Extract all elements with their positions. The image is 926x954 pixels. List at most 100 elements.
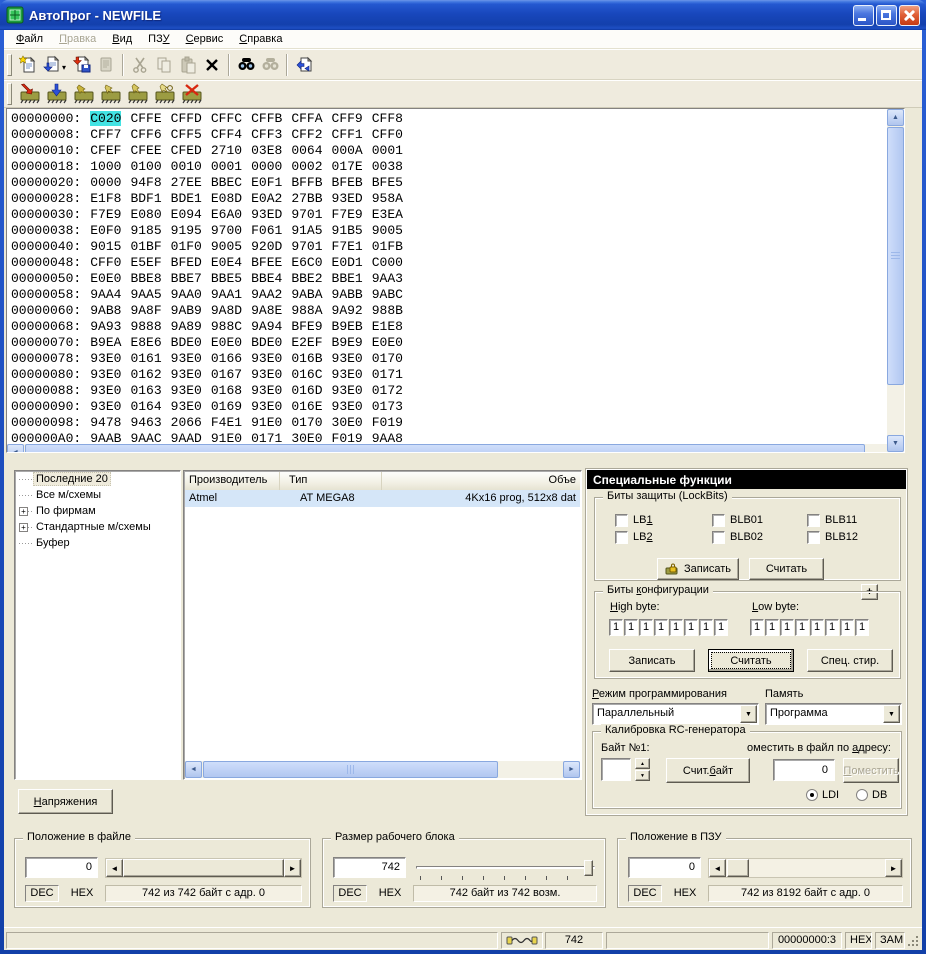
- hex-word[interactable]: 0161: [130, 351, 161, 366]
- high-bit-cell[interactable]: 1: [624, 619, 638, 636]
- device-tree[interactable]: Последние 20Все м/схемы+По фирмам+Станда…: [14, 470, 181, 780]
- hex-word[interactable]: 0170: [372, 351, 403, 366]
- hex-word[interactable]: 93E0: [251, 399, 282, 414]
- hex-word[interactable]: 9A8D: [211, 303, 242, 318]
- radio-ldi-option[interactable]: LDI: [806, 789, 839, 801]
- scrollbar-thumb[interactable]: [123, 859, 284, 877]
- hex-word[interactable]: 9ABC: [372, 287, 403, 302]
- hex-word[interactable]: CFFE: [130, 111, 161, 126]
- hex-word[interactable]: BFEE: [251, 255, 282, 270]
- hex-word[interactable]: 016D: [291, 383, 322, 398]
- lockbit-BLB12[interactable]: BLB12: [807, 529, 858, 545]
- open-dropdown-caret[interactable]: ▾: [62, 63, 66, 72]
- scroll-left-button[interactable]: ◄: [185, 761, 202, 778]
- hex-word[interactable]: BBE4: [251, 271, 282, 286]
- radio-ldi-icon[interactable]: [806, 789, 818, 801]
- minimize-button[interactable]: [853, 5, 874, 26]
- hex-word[interactable]: 91A5: [291, 223, 322, 238]
- hex-word[interactable]: 93ED: [251, 207, 282, 222]
- read-byte-button[interactable]: Счит. байт: [666, 758, 750, 783]
- hex-word[interactable]: 0163: [130, 383, 161, 398]
- hex-word[interactable]: 0001: [372, 143, 403, 158]
- rom-position-input[interactable]: 0: [628, 857, 701, 878]
- checkbox-icon[interactable]: [807, 531, 820, 544]
- hex-word[interactable]: 0172: [372, 383, 403, 398]
- hex-word[interactable]: 2710: [211, 143, 242, 158]
- scroll-down-button[interactable]: ▼: [887, 435, 904, 452]
- place-button[interactable]: Поместить: [843, 758, 899, 783]
- hex-word[interactable]: E0E4: [211, 255, 242, 270]
- hex-word[interactable]: 93E0: [171, 367, 202, 382]
- hex-word[interactable]: E1F8: [90, 191, 121, 206]
- hex-word[interactable]: 0166: [211, 351, 242, 366]
- file-position-scrollbar[interactable]: ◄ ►: [105, 858, 302, 878]
- hex-word[interactable]: BBE1: [332, 271, 363, 286]
- hex-word[interactable]: BBE8: [130, 271, 161, 286]
- hex-word[interactable]: 0100: [130, 159, 161, 174]
- scroll-right-button[interactable]: ►: [563, 761, 580, 778]
- hex-word[interactable]: 9701: [291, 239, 322, 254]
- low-bit-cell[interactable]: 1: [855, 619, 869, 636]
- hex-word[interactable]: CFF6: [130, 127, 161, 142]
- hex-word[interactable]: 0169: [211, 399, 242, 414]
- hex-word[interactable]: 9478: [90, 415, 121, 430]
- scroll-left-button[interactable]: ◄: [7, 444, 24, 453]
- print-button[interactable]: [94, 53, 118, 77]
- hex-word[interactable]: 94F8: [130, 175, 161, 190]
- hex-word[interactable]: 016B: [291, 351, 322, 366]
- hex-word[interactable]: 9A89: [171, 319, 202, 334]
- scroll-up-button[interactable]: ▲: [887, 109, 904, 126]
- hex-word[interactable]: 93E0: [332, 399, 363, 414]
- checkbox-icon[interactable]: [807, 514, 820, 527]
- low-bit-cell[interactable]: 1: [750, 619, 764, 636]
- lockbit-LB2[interactable]: LB2: [615, 529, 712, 545]
- low-bit-cell[interactable]: 1: [825, 619, 839, 636]
- hex-word[interactable]: BDE0: [171, 335, 202, 350]
- hex-word[interactable]: E0F0: [90, 223, 121, 238]
- dec-toggle-button[interactable]: DEC: [25, 885, 59, 902]
- menu-item-ПЗУ[interactable]: ПЗУ: [140, 31, 177, 47]
- hex-view[interactable]: 00000000:C020CFFECFFDCFFCCFFBCFFACFF9CFF…: [6, 108, 905, 453]
- hex-word[interactable]: 016E: [291, 399, 322, 414]
- spin-down-icon[interactable]: ▼: [635, 770, 650, 781]
- hex-word[interactable]: E080: [130, 207, 161, 222]
- hex-word[interactable]: E0A2: [251, 191, 282, 206]
- open-file-button[interactable]: [40, 53, 64, 77]
- hex-word[interactable]: 9A93: [90, 319, 121, 334]
- lockbit-LB1[interactable]: LB1: [615, 512, 712, 528]
- radio-db-icon[interactable]: [856, 789, 868, 801]
- hex-word[interactable]: 0038: [372, 159, 403, 174]
- chip-blank-check-button[interactable]: [97, 82, 124, 106]
- lockbit-BLB02[interactable]: BLB02: [712, 529, 807, 545]
- hex-word[interactable]: CFFA: [291, 111, 322, 126]
- hex-word[interactable]: F4E1: [211, 415, 242, 430]
- hex-word[interactable]: CFEE: [130, 143, 161, 158]
- scrollbar-thumb[interactable]: [887, 127, 904, 385]
- hex-word[interactable]: E094: [171, 207, 202, 222]
- hex-word[interactable]: 93E0: [90, 399, 121, 414]
- column-header-type[interactable]: Тип: [280, 472, 382, 490]
- hex-toggle-button[interactable]: HEX: [373, 885, 407, 902]
- hex-word[interactable]: BFFB: [291, 175, 322, 190]
- hex-word[interactable]: 0171: [372, 367, 403, 382]
- hex-word[interactable]: 0001: [211, 159, 242, 174]
- hex-word[interactable]: CFF2: [291, 127, 322, 142]
- chip-read-button[interactable]: [43, 82, 70, 106]
- hex-word[interactable]: 0000: [251, 159, 282, 174]
- high-bit-cell[interactable]: 1: [609, 619, 623, 636]
- hex-word[interactable]: 0167: [211, 367, 242, 382]
- hex-word[interactable]: E08D: [211, 191, 242, 206]
- combo-arrow-icon[interactable]: ▼: [883, 705, 900, 723]
- find-next-button[interactable]: [258, 53, 282, 77]
- block-size-input[interactable]: 742: [333, 857, 406, 878]
- voltages-button[interactable]: Напряжения: [18, 789, 113, 814]
- table-horizontal-scrollbar[interactable]: ◄ ►: [185, 761, 580, 778]
- low-bit-cell[interactable]: 1: [840, 619, 854, 636]
- hex-word[interactable]: 01FB: [372, 239, 403, 254]
- hex-word[interactable]: BBE2: [291, 271, 322, 286]
- new-file-button[interactable]: [16, 53, 40, 77]
- hex-word[interactable]: E8E6: [130, 335, 161, 350]
- hex-word[interactable]: 93E0: [332, 351, 363, 366]
- low-bit-cell[interactable]: 1: [810, 619, 824, 636]
- hex-vertical-scrollbar[interactable]: ▲ ▼: [887, 109, 904, 452]
